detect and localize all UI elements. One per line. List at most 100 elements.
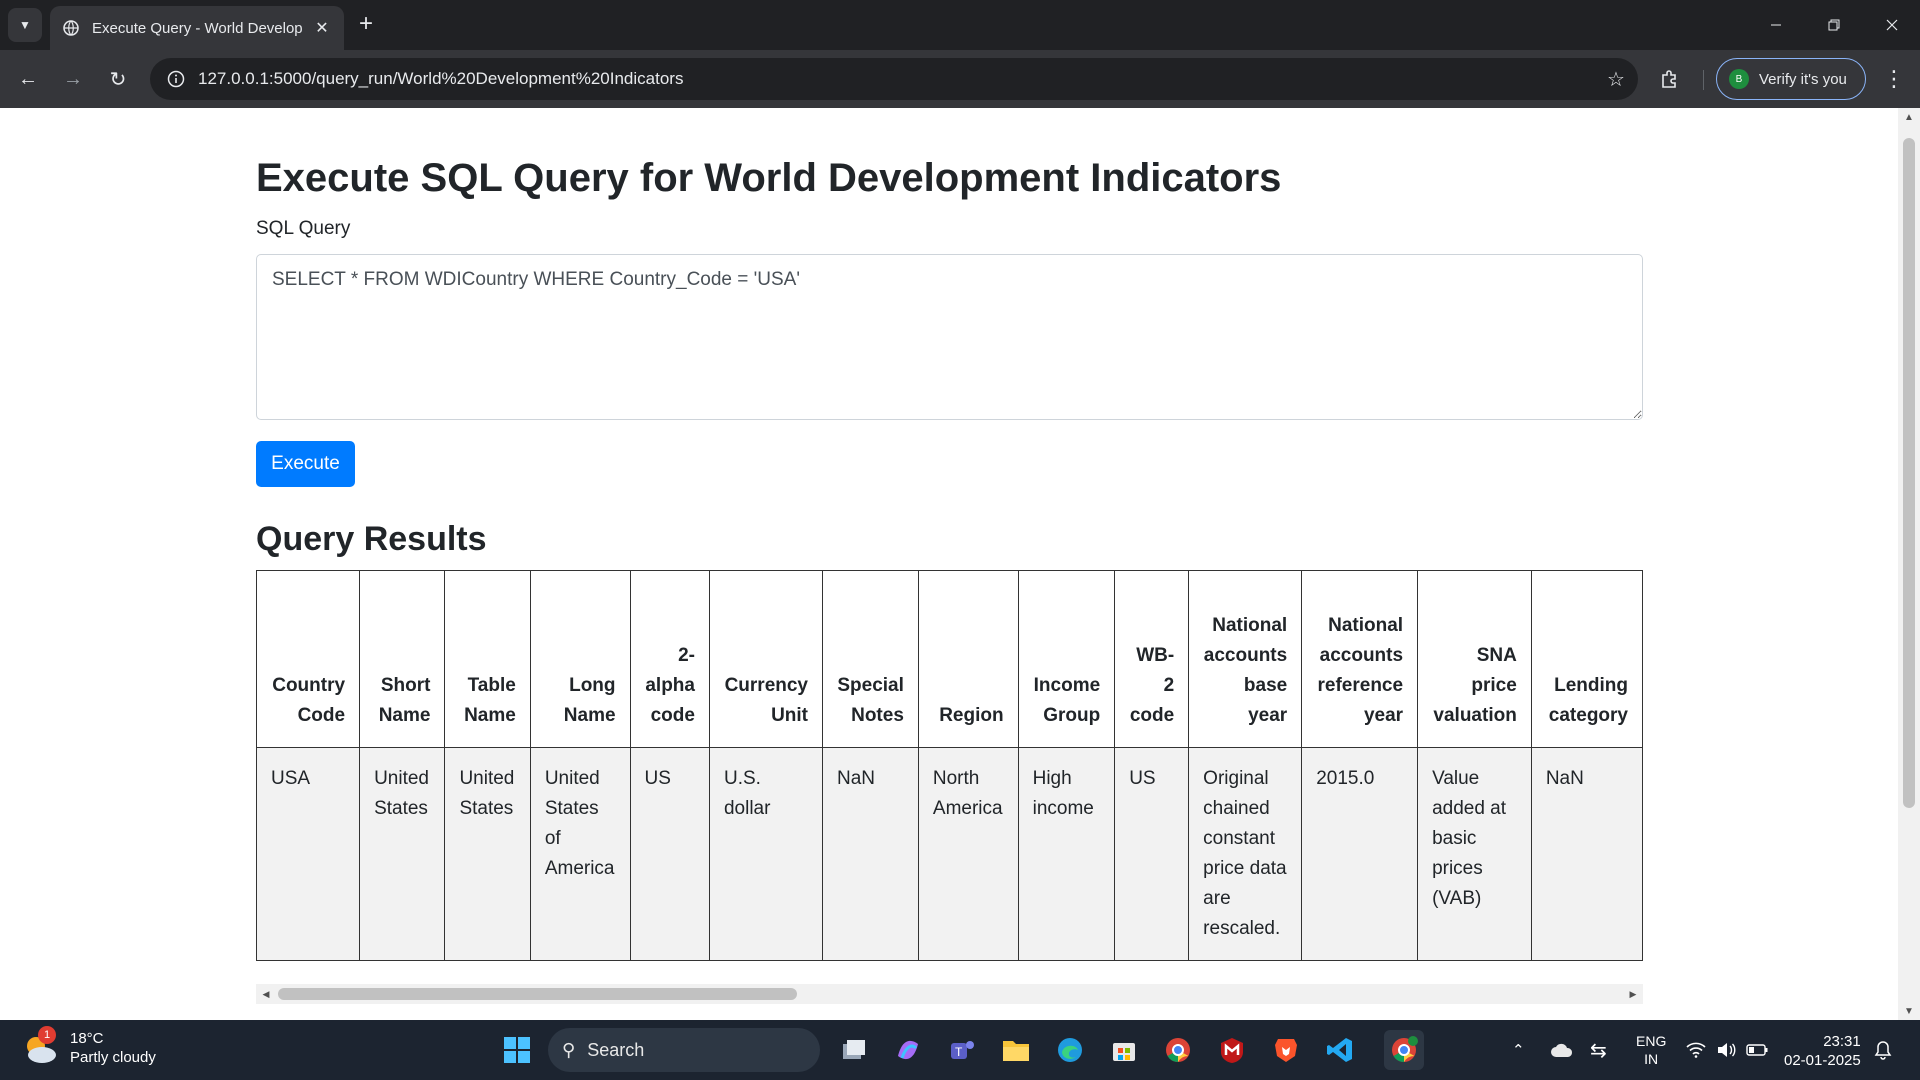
page-content: Execute SQL Query for World Development … [0,108,1898,1020]
table-cell: Value added at basic prices (VAB) [1417,747,1532,961]
edge-icon[interactable] [1050,1030,1090,1070]
notifications-icon[interactable] [1874,1020,1892,1080]
mcafee-icon[interactable] [1212,1030,1252,1070]
verify-label: Verify it's you [1759,70,1847,88]
tray-overflow-button[interactable]: ⌃ [1512,1020,1525,1080]
close-icon [1886,19,1898,31]
column-header: Long Name [529,570,631,748]
tab-title: Execute Query - World Develop [92,19,303,37]
file-explorer-icon[interactable] [996,1030,1036,1070]
column-header: Special Notes [822,570,919,748]
globe-icon [62,19,80,37]
language-indicator[interactable]: ENG IN [1636,1020,1666,1080]
task-view-icon[interactable] [834,1030,874,1070]
store-icon[interactable] [1104,1030,1144,1070]
tab-search-button[interactable]: ▼ [8,8,42,42]
tab-strip: ▼ Execute Query - World Develop ✕ + [0,0,1920,50]
chrome-icon[interactable] [1158,1030,1198,1070]
url-text[interactable]: 127.0.0.1:5000/query_run/World%20Develop… [198,69,1594,89]
reload-button[interactable]: ↻ [100,61,136,97]
execute-button[interactable]: Execute [256,441,355,487]
table-cell: US [629,747,710,961]
minimize-button[interactable] [1748,0,1804,50]
forward-button[interactable]: → [55,61,91,97]
column-header: Income Group [1017,570,1116,748]
column-header: National accounts reference year [1301,570,1419,748]
table-cell: United States of America [529,747,631,961]
scroll-right-icon[interactable]: ▶ [1623,984,1643,1004]
results-table-container[interactable]: Country Code Short Name Table Name Long … [256,570,1643,970]
wifi-icon[interactable] [1686,1020,1706,1080]
battery-icon[interactable] [1746,1020,1768,1080]
column-header: Currency Unit [708,570,824,748]
scrollbar-thumb[interactable] [278,988,797,1000]
sync-icon[interactable]: ⇆ [1590,1020,1607,1080]
table-cell: United States [359,747,446,961]
puzzle-icon [1662,70,1676,88]
address-bar[interactable]: 127.0.0.1:5000/query_run/World%20Develop… [150,58,1638,100]
clock-date: 02-01-2025 [1784,1052,1861,1069]
table-cell: North America [917,747,1019,961]
clock-time: 23:31 [1823,1033,1861,1050]
column-header: National accounts base year [1188,570,1303,748]
column-header: Short Name [359,570,446,748]
scrollbar-thumb[interactable] [1903,138,1915,808]
close-tab-icon[interactable]: ✕ [312,18,332,38]
weather-badge: 1 [38,1026,56,1044]
system-clock[interactable]: 23:31 02-01-2025 [1784,1032,1861,1070]
site-info-icon[interactable] [154,70,198,88]
column-header: WB-2 code [1114,570,1190,748]
vscode-icon[interactable] [1320,1030,1360,1070]
brave-icon[interactable] [1266,1030,1306,1070]
new-tab-button[interactable]: + [352,10,380,38]
search-icon: ⚲ [562,1039,576,1060]
table-cell: 2015.0 [1301,747,1419,961]
column-header: SNA price valuation [1417,570,1532,748]
scroll-left-icon[interactable]: ◀ [256,984,276,1004]
back-button[interactable]: ← [10,61,46,97]
table-cell: Original chained constant price data are… [1188,747,1303,961]
browser-menu-button[interactable]: ⋮ [1876,61,1912,97]
browser-tab[interactable]: Execute Query - World Develop ✕ [50,6,344,50]
results-table: Country Code Short Name Table Name Long … [256,570,1643,961]
toolbar-divider [1703,70,1704,90]
page-vertical-scrollbar[interactable]: ▲ ▼ [1898,108,1920,1020]
taskbar-search[interactable]: ⚲ Search [548,1028,820,1072]
close-window-button[interactable] [1864,0,1920,50]
copilot-icon[interactable] [888,1030,928,1070]
bookmark-star-icon[interactable]: ☆ [1594,67,1638,92]
sql-query-input[interactable] [256,254,1643,420]
windows-logo-icon [504,1037,530,1063]
table-cell: NaN [1530,747,1643,961]
chevron-down-icon: ▼ [19,18,31,32]
minimize-icon [1771,24,1781,26]
table-cell: NaN [822,747,919,961]
teams-icon[interactable]: T [942,1030,982,1070]
arrow-right-icon: → [63,67,83,90]
start-button[interactable] [497,1030,537,1070]
chrome-profile-icon[interactable] [1384,1030,1424,1070]
svg-text:T: T [955,1045,963,1059]
chevron-up-icon: ⌃ [1512,1042,1525,1059]
sql-query-label: SQL Query [256,218,351,239]
table-header-row: Country Code Short Name Table Name Long … [256,570,1643,748]
table-row: USA United States United States United S… [256,747,1643,961]
table-cell: High income [1017,747,1116,961]
table-horizontal-scrollbar[interactable]: ◀ ▶ [256,984,1643,1004]
volume-icon[interactable] [1716,1020,1736,1080]
scroll-down-icon[interactable]: ▼ [1898,1002,1920,1020]
restore-icon [1828,19,1840,31]
verify-button[interactable]: B Verify it's you [1716,58,1866,100]
restore-button[interactable] [1806,0,1862,50]
column-header: Table Name [444,570,531,748]
table-cell: USA [256,747,361,961]
scroll-up-icon[interactable]: ▲ [1898,108,1920,126]
partly-cloudy-icon: 1 [20,1026,60,1068]
extensions-button[interactable] [1652,61,1688,97]
taskbar: 1 18°C Partly cloudy ⚲ Search T ⌃ ⇆ ENG … [0,1020,1920,1080]
onedrive-icon[interactable] [1550,1020,1574,1080]
table-cell: U.S. dollar [708,747,824,961]
weather-widget[interactable]: 1 18°C Partly cloudy [20,1026,156,1068]
column-header: 2-alpha code [629,570,710,748]
profile-avatar: B [1729,69,1749,89]
